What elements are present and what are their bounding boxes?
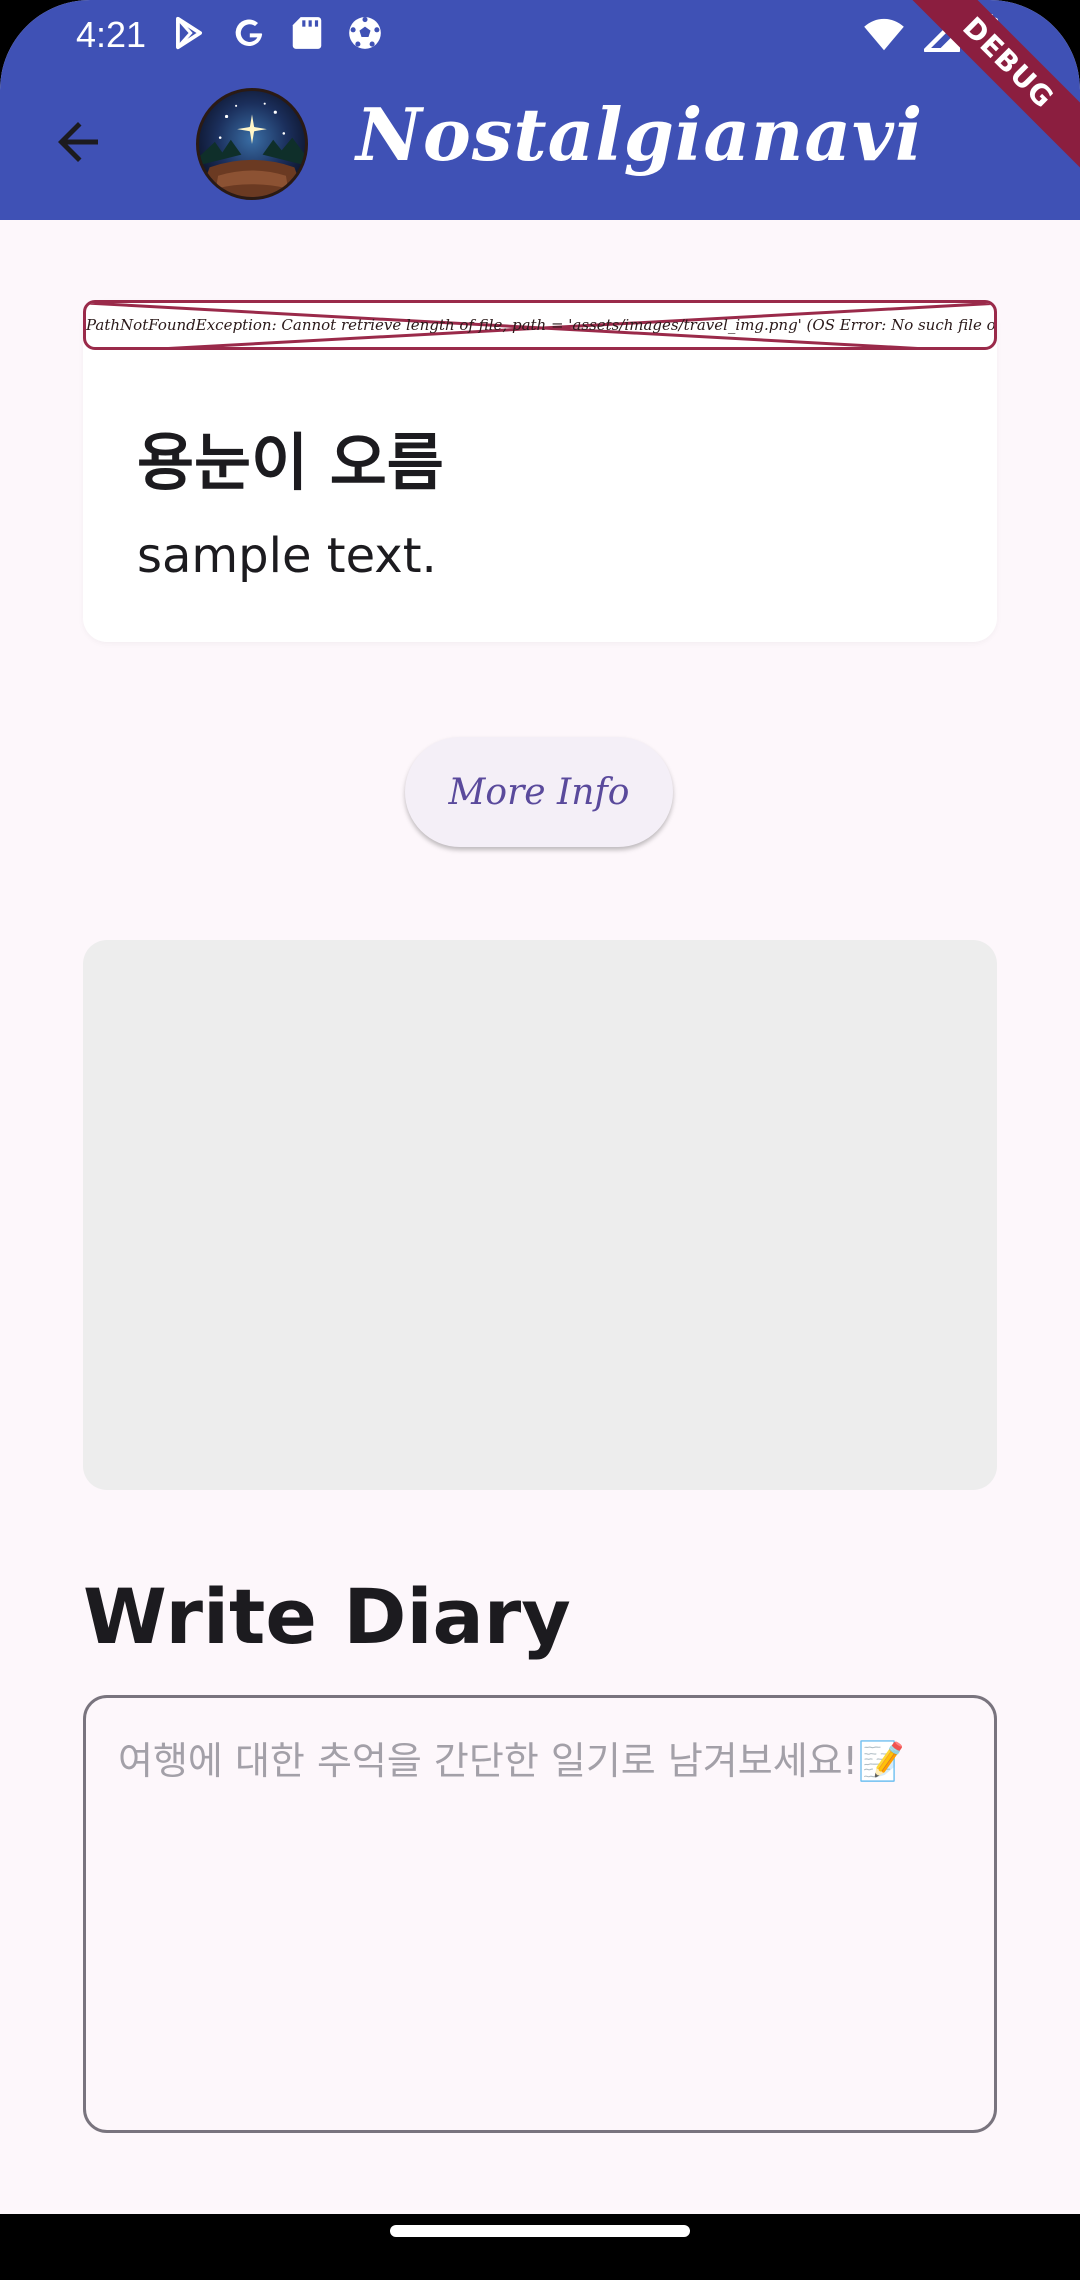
image-error-banner: PathNotFoundException: Cannot retrieve l… — [83, 300, 997, 350]
app-title: Nostalgianavi — [356, 92, 924, 177]
status-time: 4:21 — [76, 14, 147, 55]
place-description: sample text. — [137, 528, 437, 584]
arrow-back-icon — [58, 122, 98, 162]
place-card: PathNotFoundException: Cannot retrieve l… — [83, 300, 997, 642]
sd-card-icon — [290, 14, 324, 56]
diary-section-title: Write Diary — [83, 1572, 571, 1661]
status-icons-left — [170, 14, 384, 56]
image-error-text: PathNotFoundException: Cannot retrieve l… — [86, 316, 994, 334]
more-info-button[interactable]: More Info — [405, 737, 673, 847]
diary-input[interactable] — [116, 1728, 970, 2102]
back-button[interactable] — [48, 112, 108, 172]
wifi-icon — [862, 16, 906, 56]
home-indicator[interactable] — [390, 2225, 690, 2237]
soccer-ball-icon — [346, 14, 384, 56]
image-placeholder — [83, 940, 997, 1490]
app-bar: 4:21 DEBUG Nostalgianavi — [0, 0, 1080, 220]
app-logo-icon — [196, 88, 308, 200]
diary-field[interactable] — [83, 1695, 997, 2133]
google-icon — [230, 14, 268, 56]
app-screen: 4:21 DEBUG Nostalgianavi PathNotFoundExc… — [0, 0, 1080, 2280]
system-nav-bar — [0, 2214, 1080, 2280]
place-title: 용눈이 오름 — [137, 426, 444, 499]
play-store-icon — [170, 14, 208, 56]
